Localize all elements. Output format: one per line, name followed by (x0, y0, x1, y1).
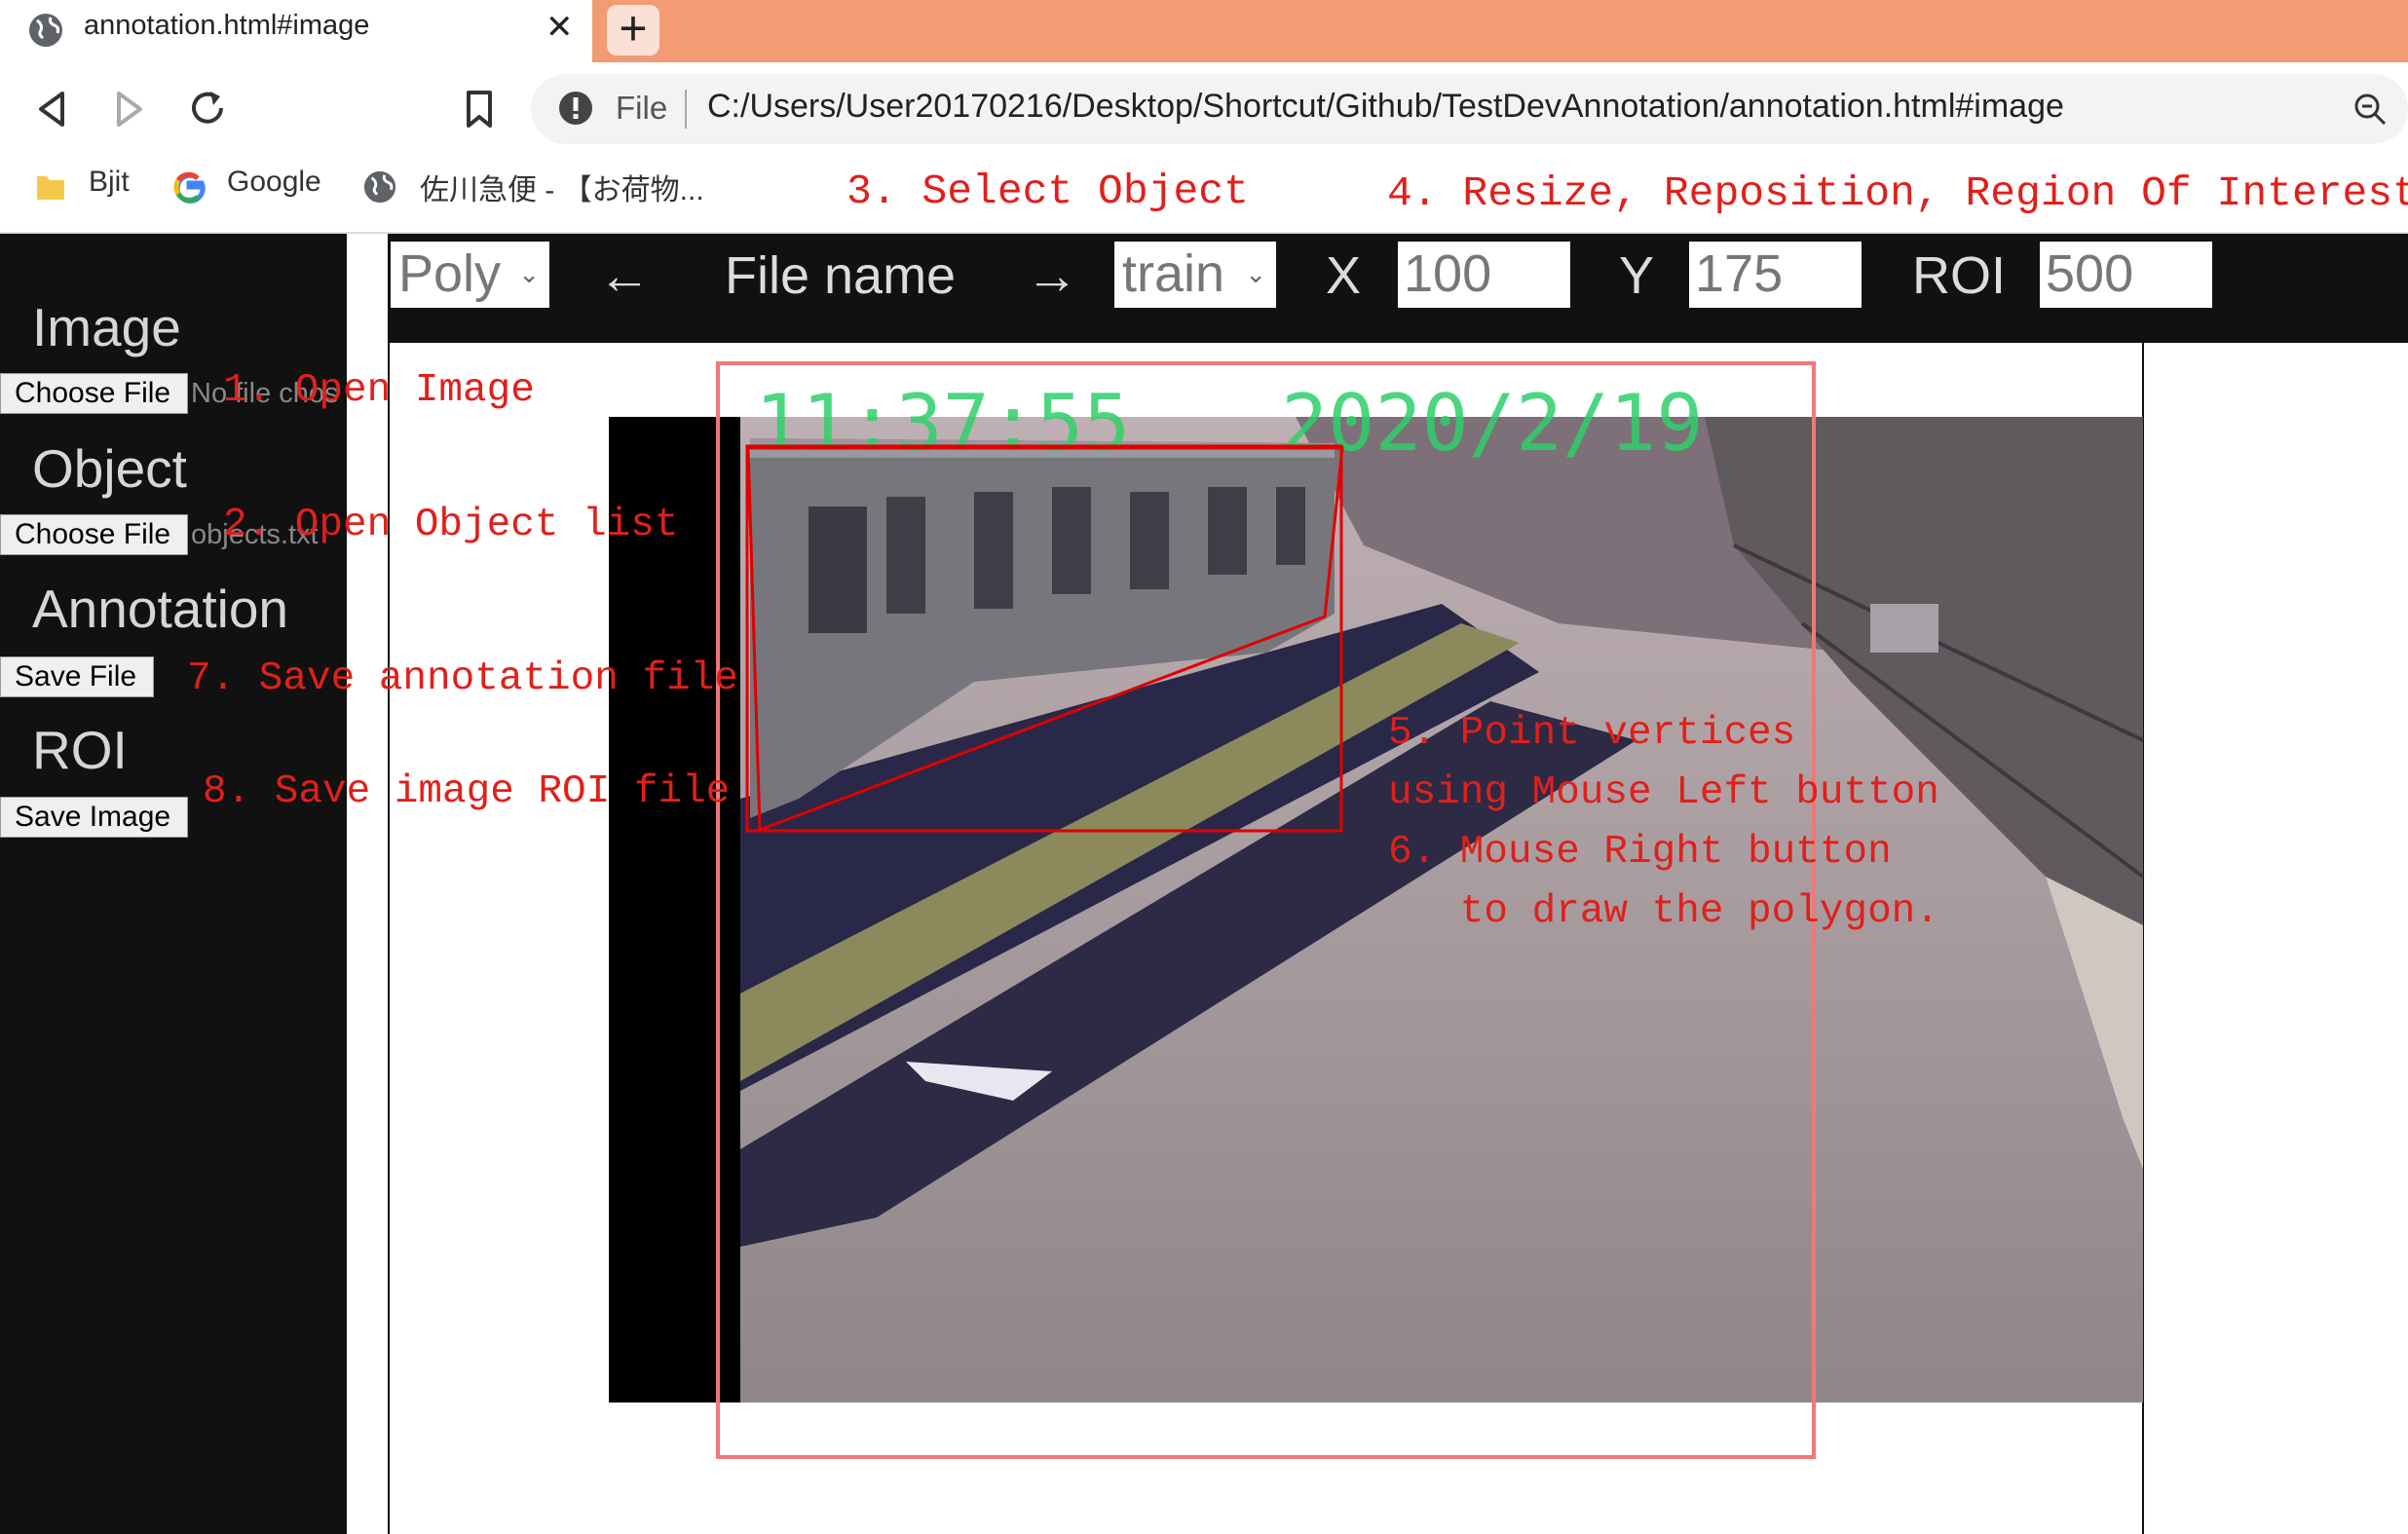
annotation-step2: 2. Open Object list (223, 503, 679, 547)
annotation-step8: 8. Save image ROI file (203, 769, 731, 814)
annotation-step6-line2: to draw the polygon. (1388, 889, 1939, 934)
annotation-step1: 1. Open Image (223, 368, 535, 413)
annotation-canvas[interactable]: 11:37:55 2020/2/19 (0, 0, 2408, 1534)
annotation-step6-line1: 6. Mouse Right button (1388, 830, 1892, 875)
timestamp-time: 11:37:55 (755, 378, 1130, 468)
annotation-step7: 7. Save annotation file (187, 656, 738, 701)
annotation-step5-line2: using Mouse Left button (1388, 770, 1939, 815)
annotation-step5-line1: 5. Point vertices (1388, 711, 1796, 756)
timestamp-date: 2020/2/19 (1281, 378, 1703, 468)
